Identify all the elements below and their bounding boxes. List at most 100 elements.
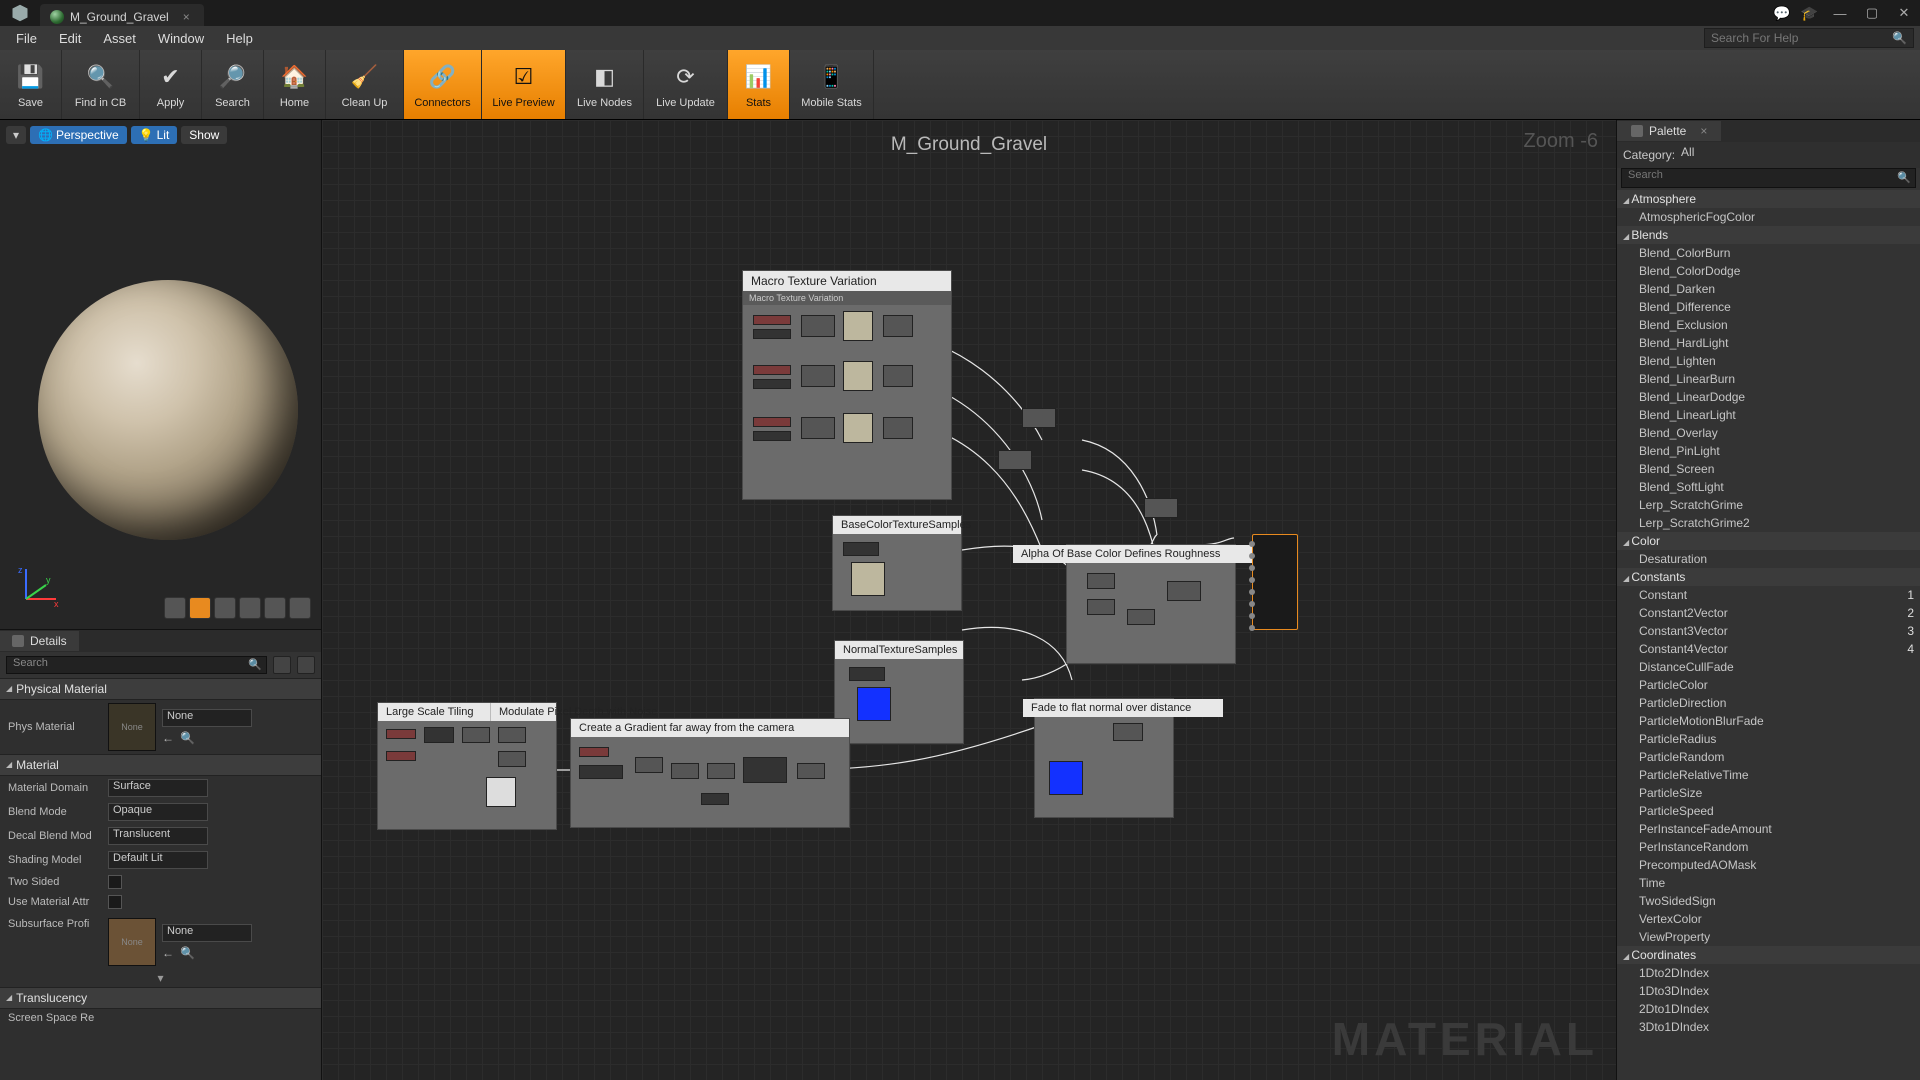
palette-item-desaturation[interactable]: Desaturation — [1617, 550, 1920, 568]
palette-item-blend_darken[interactable]: Blend_Darken — [1617, 280, 1920, 298]
material-result-node[interactable] — [1252, 534, 1298, 630]
viewport-perspective-button[interactable]: 🌐 Perspective — [30, 126, 127, 144]
phys-material-combo[interactable]: None — [162, 709, 252, 727]
toolbar-apply-button[interactable]: ✔Apply — [140, 50, 202, 119]
shading-model-combo[interactable]: Default Lit — [108, 851, 208, 869]
palette-item-1dto3dindex[interactable]: 1Dto3DIndex — [1617, 982, 1920, 1000]
menu-help[interactable]: Help — [216, 28, 263, 49]
menu-asset[interactable]: Asset — [93, 28, 146, 49]
palette-item-particlesize[interactable]: ParticleSize — [1617, 784, 1920, 802]
palette-item-blend_linearlight[interactable]: Blend_LinearLight — [1617, 406, 1920, 424]
close-tab-icon[interactable]: × — [183, 10, 190, 24]
use-selected-icon[interactable]: ← — [162, 731, 174, 745]
toolbar-home-button[interactable]: 🏠Home — [264, 50, 326, 119]
phys-material-thumb[interactable]: None — [108, 703, 156, 751]
viewport-lit-button[interactable]: 💡 Lit — [131, 126, 178, 144]
viewport-menu-dropdown[interactable]: ▾ — [6, 126, 26, 144]
palette-item-blend_lighten[interactable]: Blend_Lighten — [1617, 352, 1920, 370]
details-search-input[interactable]: Search 🔍 — [6, 656, 267, 674]
toolbar-search-button[interactable]: 🔎Search — [202, 50, 264, 119]
help-search-input[interactable]: Search For Help 🔍 — [1704, 28, 1914, 48]
toolbar-live-update-button[interactable]: ⟳Live Update — [644, 50, 728, 119]
material-domain-combo[interactable]: Surface — [108, 779, 208, 797]
palette-item-3dto1dindex[interactable]: 3Dto1DIndex — [1617, 1018, 1920, 1036]
menu-file[interactable]: File — [6, 28, 47, 49]
minimize-button[interactable]: — — [1824, 0, 1856, 26]
section-material[interactable]: Material — [0, 754, 321, 776]
palette-item-blend_hardlight[interactable]: Blend_HardLight — [1617, 334, 1920, 352]
palette-item-particlecolor[interactable]: ParticleColor — [1617, 676, 1920, 694]
palette-item-blend_difference[interactable]: Blend_Difference — [1617, 298, 1920, 316]
palette-item-lerp_scratchgrime[interactable]: Lerp_ScratchGrime — [1617, 496, 1920, 514]
palette-item-time[interactable]: Time — [1617, 874, 1920, 892]
palette-item-constant[interactable]: Constant1 — [1617, 586, 1920, 604]
palette-item-blend_lineardodge[interactable]: Blend_LinearDodge — [1617, 388, 1920, 406]
palette-item-blend_screen[interactable]: Blend_Screen — [1617, 460, 1920, 478]
section-physical-material[interactable]: Physical Material — [0, 678, 321, 700]
toolbar-live-nodes-button[interactable]: ◧Live Nodes — [566, 50, 644, 119]
toolbar-mobile-stats-button[interactable]: 📱Mobile Stats — [790, 50, 874, 119]
palette-category-blends[interactable]: Blends — [1617, 226, 1920, 244]
toolbar-live-preview-button[interactable]: ☑Live Preview — [482, 50, 566, 119]
toolbar-clean-up-button[interactable]: 🧹Clean Up — [326, 50, 404, 119]
use-selected-icon[interactable]: ← — [162, 946, 174, 960]
palette-category-coordinates[interactable]: Coordinates — [1617, 946, 1920, 964]
group-basecolor-texturesamples[interactable]: BaseColorTextureSamples — [832, 515, 962, 611]
palette-item-blend_linearburn[interactable]: Blend_LinearBurn — [1617, 370, 1920, 388]
palette-item-blend_overlay[interactable]: Blend_Overlay — [1617, 424, 1920, 442]
palette-item-blend_colorburn[interactable]: Blend_ColorBurn — [1617, 244, 1920, 262]
toolbar-connectors-button[interactable]: 🔗Connectors — [404, 50, 482, 119]
palette-item-particledirection[interactable]: ParticleDirection — [1617, 694, 1920, 712]
viewport-show-button[interactable]: Show — [181, 126, 227, 144]
subsurface-combo[interactable]: None — [162, 924, 252, 942]
palette-item-particleradius[interactable]: ParticleRadius — [1617, 730, 1920, 748]
palette-category-atmosphere[interactable]: Atmosphere — [1617, 190, 1920, 208]
palette-item-1dto2dindex[interactable]: 1Dto2DIndex — [1617, 964, 1920, 982]
palette-item-blend_softlight[interactable]: Blend_SoftLight — [1617, 478, 1920, 496]
palette-item-blend_exclusion[interactable]: Blend_Exclusion — [1617, 316, 1920, 334]
palette-item-constant4vector[interactable]: Constant4Vector4 — [1617, 640, 1920, 658]
palette-category-color[interactable]: Color — [1617, 532, 1920, 550]
palette-item-twosidedsign[interactable]: TwoSidedSign — [1617, 892, 1920, 910]
palette-item-particlerandom[interactable]: ParticleRandom — [1617, 748, 1920, 766]
subsurface-thumb[interactable]: None — [108, 918, 156, 966]
palette-category-constants[interactable]: Constants — [1617, 568, 1920, 586]
palette-item-lerp_scratchgrime2[interactable]: Lerp_ScratchGrime2 — [1617, 514, 1920, 532]
blend-mode-combo[interactable]: Opaque — [108, 803, 208, 821]
menu-window[interactable]: Window — [148, 28, 214, 49]
palette-item-blend_colordodge[interactable]: Blend_ColorDodge — [1617, 262, 1920, 280]
graduation-icon[interactable]: 🎓 — [1801, 5, 1818, 22]
details-eye-icon[interactable] — [297, 656, 315, 674]
palette-item-blend_pinlight[interactable]: Blend_PinLight — [1617, 442, 1920, 460]
group-alpha-roughness[interactable]: Alpha Of Base Color Defines Roughness — [1066, 544, 1236, 664]
palette-item-particlemotionblurfade[interactable]: ParticleMotionBlurFade — [1617, 712, 1920, 730]
preview-viewport[interactable]: ▾ 🌐 Perspective 💡 Lit Show z x y — [0, 120, 321, 630]
palette-item-vertexcolor[interactable]: VertexColor — [1617, 910, 1920, 928]
two-sided-checkbox[interactable] — [108, 875, 122, 889]
palette-item-viewproperty[interactable]: ViewProperty — [1617, 928, 1920, 946]
palette-category-combo[interactable]: All — [1681, 145, 1914, 165]
material-graph[interactable]: M_Ground_Gravel Zoom -6 MATERIAL Macro T… — [322, 120, 1616, 1080]
palette-tab[interactable]: Palette × — [1617, 121, 1721, 141]
shape-plane-button[interactable] — [214, 597, 236, 619]
browse-icon[interactable]: 🔍 — [180, 946, 195, 960]
maximize-button[interactable]: ▢ — [1856, 0, 1888, 26]
palette-item-perinstancerandom[interactable]: PerInstanceRandom — [1617, 838, 1920, 856]
shape-cylinder-button[interactable] — [164, 597, 186, 619]
details-tab[interactable]: Details — [0, 631, 79, 651]
palette-item-constant3vector[interactable]: Constant3Vector3 — [1617, 622, 1920, 640]
menu-edit[interactable]: Edit — [49, 28, 91, 49]
toolbar-stats-button[interactable]: 📊Stats — [728, 50, 790, 119]
close-icon[interactable]: × — [1700, 124, 1707, 138]
palette-item-distancecullfade[interactable]: DistanceCullFade — [1617, 658, 1920, 676]
details-grid-icon[interactable] — [273, 656, 291, 674]
palette-search-input[interactable]: Search 🔍 — [1621, 168, 1916, 188]
browse-icon[interactable]: 🔍 — [180, 731, 195, 745]
palette-item-atmosphericfogcolor[interactable]: AtmosphericFogColor — [1617, 208, 1920, 226]
toolbar-save-button[interactable]: 💾Save — [0, 50, 62, 119]
group-large-scale-tiling[interactable]: Large Scale TilingModulate Pixel Depth w… — [377, 702, 557, 830]
node-lerp-1[interactable] — [1022, 408, 1056, 428]
section-translucency[interactable]: Translucency — [0, 987, 321, 1009]
palette-item-precomputedaomask[interactable]: PrecomputedAOMask — [1617, 856, 1920, 874]
group-gradient[interactable]: Create a Gradient far away from the came… — [570, 718, 850, 828]
